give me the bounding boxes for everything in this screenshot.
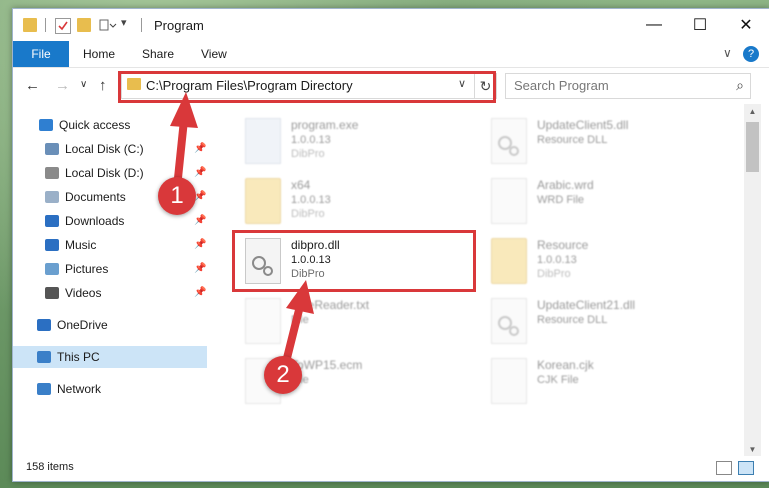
arrow-1 [174,119,188,179]
arrow-1-head [170,92,198,128]
arrow-2-head [286,280,314,314]
step-1-badge: 1 [158,177,196,215]
annotation-arrows [170,92,314,363]
arrow-2 [282,305,304,363]
step-2-badge: 2 [264,356,302,394]
